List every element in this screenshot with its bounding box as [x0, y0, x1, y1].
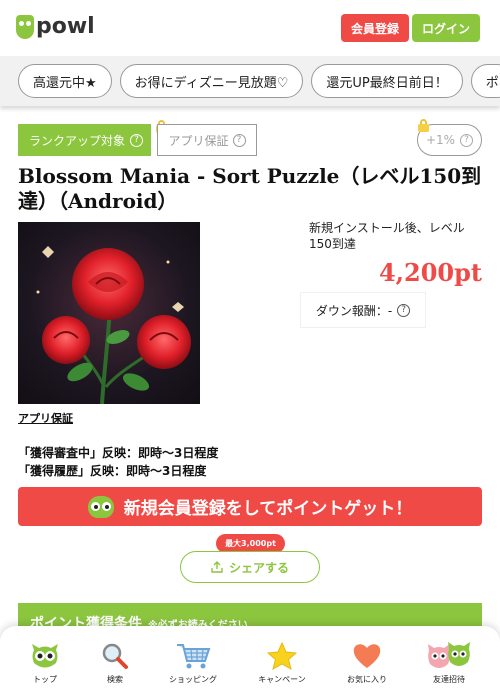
- help-icon[interactable]: ?: [397, 303, 411, 317]
- login-button[interactable]: ログイン: [412, 14, 480, 42]
- campaign-tab[interactable]: お得にディズニー見放題♡: [119, 64, 304, 98]
- app-thumbnail[interactable]: [18, 222, 200, 404]
- nav-label: ショッピング: [169, 675, 217, 684]
- nav-label: お気に入り: [347, 675, 387, 684]
- share-label: シェアする: [228, 560, 289, 575]
- nav-item-invite[interactable]: 友達招待: [422, 626, 476, 700]
- logo-text: powl: [36, 14, 95, 39]
- register-cta-button[interactable]: 新規会員登録をしてポイントゲット！: [18, 487, 482, 526]
- down-reward[interactable]: ダウン報酬：- ?: [301, 293, 425, 327]
- rose-illustration: [36, 246, 191, 404]
- star-icon: [267, 640, 297, 672]
- search-icon: [101, 640, 129, 672]
- owl-logo-icon: [16, 14, 34, 39]
- reflect-history: 「獲得履歴」反映：即時～3日程度: [18, 464, 207, 478]
- friends-icon: [427, 640, 471, 672]
- offer-title: Blossom Mania - Sort Puzzle（レベル150到達）（An…: [18, 164, 482, 213]
- campaign-tabs: 高還元中★ お得にディズニー見放題♡ 還元UP最終日前日！ ポ: [18, 64, 500, 98]
- campaign-tab[interactable]: 高還元中★: [18, 64, 112, 98]
- reflect-info: 「獲得審査中」反映：即時～3日程度 「獲得履歴」反映：即時～3日程度: [18, 444, 218, 480]
- nav-label: 検索: [107, 675, 123, 684]
- cta-label: 新規会員登録をしてポイントゲット！: [123, 499, 413, 519]
- nav-label: 友達招待: [433, 675, 465, 684]
- campaign-tabs-bar: 高還元中★ お得にディズニー見放題♡ 還元UP最終日前日！ ポ: [0, 56, 500, 106]
- share-icon: [211, 561, 223, 573]
- nav-item-campaign[interactable]: キャンペーン: [252, 626, 312, 700]
- offer-points: 4,200pt: [378, 258, 482, 287]
- offer-condition: 新規インストール後、レベル150到達: [309, 221, 465, 251]
- page: powl 会員登録 ログイン 高還元中★ お得にディズニー見放題♡ 還元UP最終…: [0, 0, 500, 700]
- down-reward-label: ダウン報酬：-: [315, 303, 393, 318]
- lock-icon: [418, 119, 429, 132]
- nav-label: キャンペーン: [258, 675, 306, 684]
- app-guarantee-label: アプリ保証: [168, 133, 229, 148]
- help-icon[interactable]: ?: [460, 133, 474, 147]
- nav-item-shopping[interactable]: ショッピング: [163, 626, 223, 700]
- cart-icon: [175, 640, 211, 672]
- heart-icon: [352, 640, 382, 672]
- reflect-review: 「獲得審査中」反映：即時～3日程度: [18, 446, 219, 460]
- bottom-nav: トップ 検索 ショッピング キャンペーン お気に入り 友達招待: [0, 626, 500, 700]
- nav-label: トップ: [33, 675, 57, 684]
- app-guarantee-badge[interactable]: アプリ保証 ?: [157, 124, 257, 156]
- percent-label: +1%: [425, 133, 456, 147]
- app-guarantee-link[interactable]: アプリ保証: [18, 410, 73, 426]
- nav-item-favorites[interactable]: お気に入り: [342, 626, 392, 700]
- help-icon[interactable]: ?: [232, 133, 246, 147]
- share-button[interactable]: シェアする: [180, 551, 320, 583]
- rank-up-badge[interactable]: ランクアップ対象 ?: [18, 124, 152, 156]
- nav-item-search[interactable]: 検索: [92, 626, 138, 700]
- rank-up-label: ランクアップ対象: [29, 133, 126, 148]
- nav-item-top[interactable]: トップ: [22, 626, 68, 700]
- register-button[interactable]: 会員登録: [341, 14, 409, 42]
- help-icon[interactable]: ?: [130, 133, 144, 147]
- campaign-tab[interactable]: ポ: [470, 64, 500, 98]
- powl-logo[interactable]: powl: [16, 14, 95, 39]
- header: powl 会員登録 ログイン: [0, 0, 500, 56]
- owl-icon: [30, 640, 60, 672]
- campaign-tab[interactable]: 還元UP最終日前日！: [311, 64, 463, 98]
- owl-icon: [87, 495, 114, 518]
